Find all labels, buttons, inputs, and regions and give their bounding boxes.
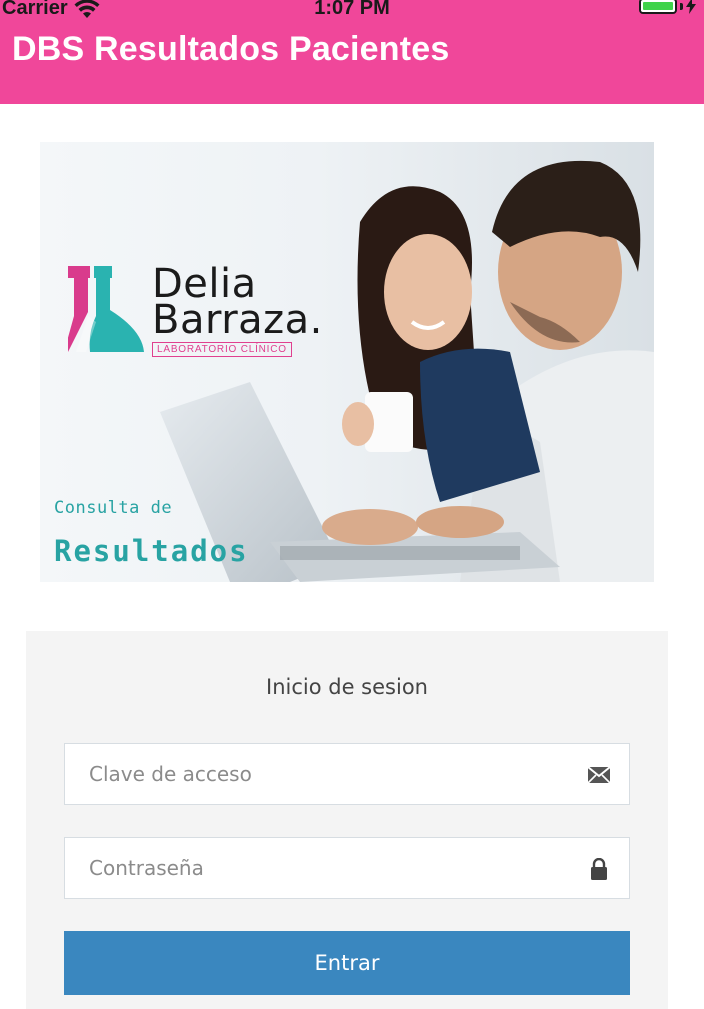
password-input[interactable] <box>65 838 629 898</box>
flask-logo-icon <box>68 266 144 352</box>
brand-logo: Delia Barraza. LABORATORIO CLÍNICO <box>68 264 323 357</box>
password-field <box>64 837 630 899</box>
hero-subtitle: Consulta de <box>54 498 173 518</box>
access-key-input[interactable] <box>65 744 629 804</box>
login-title: Inicio de sesion <box>266 675 428 699</box>
brand-tagline: LABORATORIO CLÍNICO <box>152 342 292 357</box>
app-header: Carrier 1:07 PM DBS Resultados Pacientes <box>0 0 704 104</box>
status-time: 1:07 PM <box>314 0 390 19</box>
charging-bolt-icon <box>686 0 696 14</box>
lock-icon <box>591 858 607 880</box>
login-button[interactable]: Entrar <box>64 931 630 995</box>
login-panel: Inicio de sesion Entrar <box>26 631 668 1009</box>
envelope-icon <box>587 766 611 784</box>
brand-text: Delia Barraza. LABORATORIO CLÍNICO <box>152 264 323 357</box>
battery-icon <box>639 0 677 14</box>
brand-name-line2: Barraza. <box>152 297 323 343</box>
battery-tip <box>680 2 683 10</box>
page-title: DBS Resultados Pacientes <box>12 30 450 68</box>
hero-banner: Delia Barraza. LABORATORIO CLÍNICO Consu… <box>40 142 654 582</box>
access-key-field <box>64 743 630 805</box>
battery-group <box>639 0 696 14</box>
hero-title: Resultados <box>54 534 249 568</box>
status-bar: Carrier 1:07 PM <box>0 0 704 26</box>
